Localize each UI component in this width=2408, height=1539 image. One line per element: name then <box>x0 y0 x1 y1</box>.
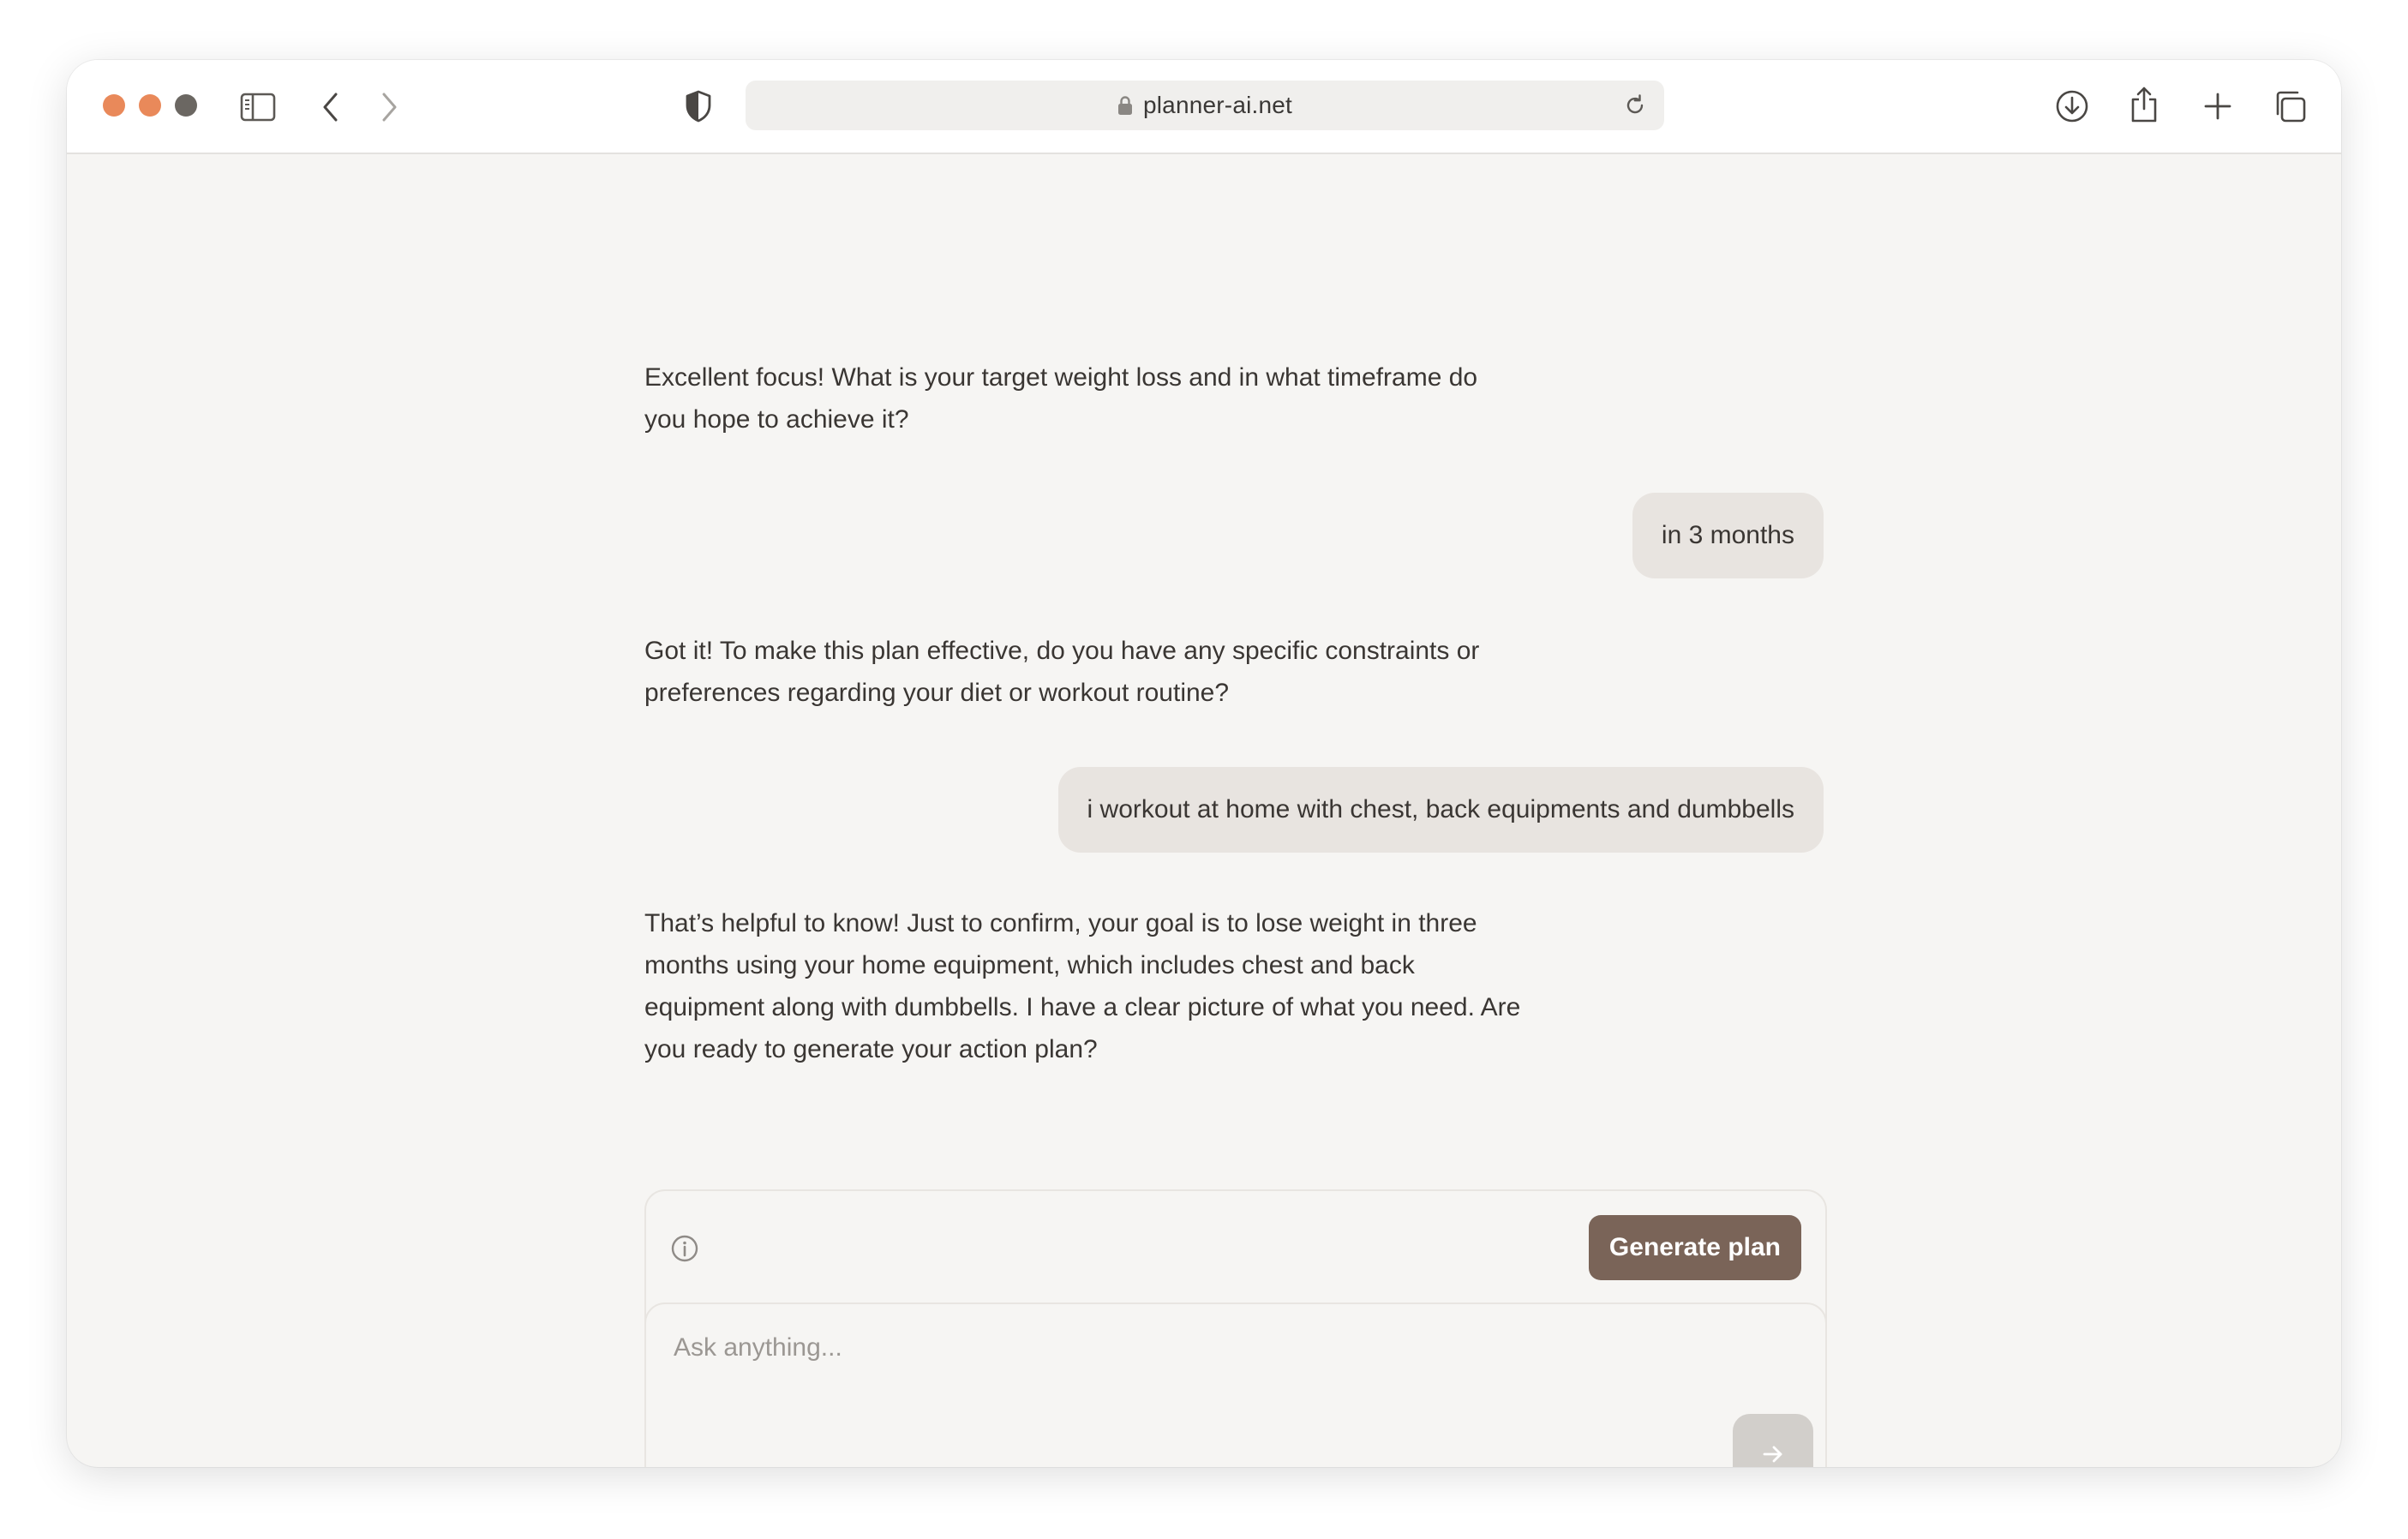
url-text: planner-ai.net <box>1142 92 1293 118</box>
chat-input[interactable]: Ask anything... <box>644 1302 1827 1467</box>
back-icon[interactable] <box>320 91 341 123</box>
generate-plan-button[interactable]: Generate plan <box>1588 1215 1801 1280</box>
message-line: That’s helpful to know! Just to confirm,… <box>644 909 1477 937</box>
message-line: equipment along with dumbbells. I have a… <box>644 993 1521 1021</box>
send-button[interactable] <box>1733 1414 1813 1467</box>
assistant-message: Excellent focus! What is your target wei… <box>644 356 1477 440</box>
assistant-message: Got it! To make this plan effective, do … <box>644 630 1479 714</box>
arrow-right-icon <box>1761 1442 1785 1466</box>
share-icon[interactable] <box>2129 86 2159 123</box>
message-line: Got it! To make this plan effective, do … <box>644 637 1480 665</box>
message-line: you ready to generate your action plan? <box>644 1035 1098 1063</box>
info-icon[interactable] <box>670 1234 699 1267</box>
download-icon[interactable] <box>2055 89 2089 123</box>
reload-icon[interactable] <box>1623 93 1647 122</box>
browser-window: planner-ai.net Excellent focus! What is … <box>67 60 2341 1467</box>
user-message-text: in 3 months <box>1661 521 1794 549</box>
chat-input-placeholder: Ask anything... <box>674 1333 842 1362</box>
message-line: preferences regarding your diet or worko… <box>644 679 1230 707</box>
address-bar[interactable]: planner-ai.net <box>746 81 1664 130</box>
user-message: i workout at home with chest, back equip… <box>1057 767 1824 853</box>
minimize-window-button[interactable] <box>139 94 161 117</box>
composer: Generate plan Ask anything... <box>644 1189 1827 1467</box>
shield-icon[interactable] <box>684 89 713 123</box>
new-tab-icon[interactable] <box>2202 91 2233 122</box>
message-line: months using your home equipment, which … <box>644 951 1415 979</box>
message-line: Excellent focus! What is your target wei… <box>644 363 1478 392</box>
close-window-button[interactable] <box>103 94 125 117</box>
browser-toolbar: planner-ai.net <box>67 60 2341 154</box>
chat-page: Excellent focus! What is your target wei… <box>67 154 2341 1467</box>
message-line: you hope to achieve it? <box>644 405 909 434</box>
lock-icon <box>1117 95 1133 116</box>
forward-icon[interactable] <box>379 91 399 123</box>
user-message: in 3 months <box>1632 493 1824 578</box>
tabs-overview-icon[interactable] <box>2273 89 2307 123</box>
sidebar-icon[interactable] <box>240 93 276 122</box>
user-message-text: i workout at home with chest, back equip… <box>1087 795 1794 823</box>
zoom-window-button[interactable] <box>175 94 197 117</box>
assistant-message: That’s helpful to know! Just to confirm,… <box>644 902 1520 1070</box>
